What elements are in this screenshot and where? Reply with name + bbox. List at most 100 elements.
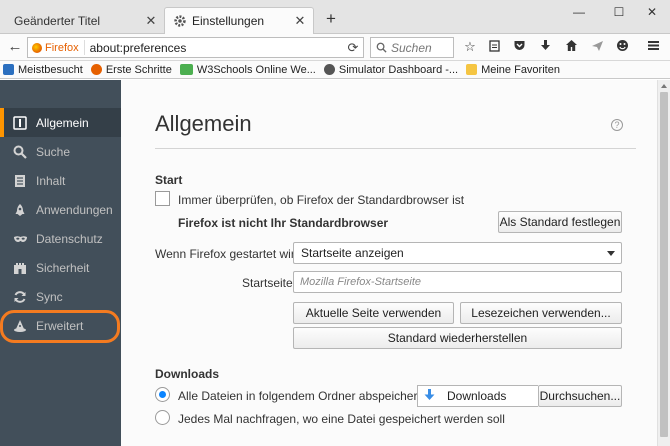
menu-icon[interactable] xyxy=(645,39,661,55)
sidebar-item-suche[interactable]: Suche xyxy=(0,137,121,166)
check-default-browser-label: Immer überprüfen, ob Firefox der Standar… xyxy=(178,193,465,207)
tab-einstellungen[interactable]: Einstellungen ✕ xyxy=(164,7,314,34)
sidebar-item-label: Anwendungen xyxy=(36,202,113,217)
reading-list-icon[interactable] xyxy=(486,39,502,55)
url-bar[interactable]: Firefox about:preferences ⟳ xyxy=(27,37,364,58)
sidebar-item-sync[interactable]: Sync xyxy=(0,282,121,311)
pocket-icon[interactable] xyxy=(511,39,527,55)
close-tab-icon[interactable]: ✕ xyxy=(293,13,307,29)
sidebar-item-label: Allgemein xyxy=(36,115,89,130)
bookmarks-toolbar: Meistbesucht Erste Schritte W3Schools On… xyxy=(0,61,670,79)
tab-label: Einstellungen xyxy=(192,14,265,28)
bookmark-label: Erste Schritte xyxy=(105,63,172,76)
sidebar-item-label: Datenschutz xyxy=(36,231,103,246)
bookmark-label: Meine Favoriten xyxy=(481,63,560,76)
mask-icon xyxy=(12,231,28,247)
use-bookmark-button[interactable]: Lesezeichen verwenden... xyxy=(460,302,622,324)
search-icon xyxy=(376,42,387,53)
scrollbar[interactable] xyxy=(657,80,670,446)
sidebar-item-allgemein[interactable]: Allgemein xyxy=(0,108,121,137)
scrollbar-thumb[interactable] xyxy=(660,92,668,437)
sidebar-item-label: Inhalt xyxy=(36,173,66,188)
reload-icon[interactable]: ⟳ xyxy=(343,40,363,56)
sidebar-item-sicherheit[interactable]: Sicherheit xyxy=(0,253,121,282)
start-section-heading: Start xyxy=(155,173,183,187)
tab-geaenderter-titel[interactable]: Geänderter Titel ✕ xyxy=(4,7,164,34)
download-folder-name: Downloads xyxy=(447,389,507,403)
home-icon[interactable] xyxy=(563,39,579,55)
firefox-favicon-icon xyxy=(90,64,102,75)
bookmark-w3schools[interactable]: W3Schools Online We... xyxy=(179,63,316,76)
general-icon xyxy=(12,115,28,131)
navigation-toolbar: ← Firefox about:preferences ⟳ Suchen ☆ xyxy=(0,34,670,61)
save-to-folder-label: Alle Dateien in folgendem Ordner abspeic… xyxy=(178,389,428,403)
bookmark-simulator-dashboard[interactable]: Simulator Dashboard -... xyxy=(323,63,459,76)
highlight-annotation xyxy=(0,310,120,343)
bookmark-star-icon[interactable]: ☆ xyxy=(462,39,478,55)
bookmark-meine-favoriten[interactable]: Meine Favoriten xyxy=(466,64,560,76)
not-default-browser-text: Firefox ist nicht Ihr Standardbrowser xyxy=(178,216,389,230)
w3schools-favicon-icon xyxy=(179,64,193,75)
homepage-placeholder: Mozilla Firefox-Startseite xyxy=(300,276,422,288)
bookmark-label: Meistbesucht xyxy=(18,63,83,76)
download-arrow-icon xyxy=(424,388,435,404)
scroll-up-icon[interactable] xyxy=(661,84,667,88)
new-tab-button[interactable]: + xyxy=(322,9,340,29)
preferences-sidebar: Allgemein Suche Inhalt Anwendungen Daten… xyxy=(0,80,121,446)
back-button[interactable]: ← xyxy=(6,38,24,56)
globe-favicon-icon xyxy=(323,64,335,75)
always-ask-radio[interactable] xyxy=(155,410,170,425)
bookmark-meistbesucht[interactable]: Meistbesucht xyxy=(3,64,83,76)
save-to-folder-radio[interactable] xyxy=(155,387,170,402)
bookmark-erste-schritte[interactable]: Erste Schritte xyxy=(90,63,172,76)
downloads-section-heading: Downloads xyxy=(155,367,220,381)
download-folder-field[interactable]: Downloads xyxy=(417,385,538,407)
bookmark-folder-icon xyxy=(3,64,14,75)
folder-icon xyxy=(466,64,478,75)
use-current-page-button[interactable]: Aktuelle Seite verwenden xyxy=(293,302,454,324)
set-default-button[interactable]: Als Standard festlegen xyxy=(498,211,622,233)
identity-label: Firefox xyxy=(45,41,79,54)
close-window-button[interactable]: ✕ xyxy=(640,4,664,20)
sidebar-item-label: Suche xyxy=(36,144,71,159)
restore-default-button[interactable]: Standard wiederherstellen xyxy=(293,327,622,349)
divider xyxy=(155,148,636,149)
content-icon xyxy=(12,173,28,189)
on-start-label: Wenn Firefox gestartet wird: xyxy=(155,247,305,261)
minimize-button[interactable]: — xyxy=(567,4,591,20)
homepage-label: Startseite: xyxy=(242,276,297,290)
close-tab-icon[interactable]: ✕ xyxy=(144,13,158,29)
send-icon[interactable] xyxy=(589,39,605,55)
search-icon xyxy=(12,144,28,160)
always-ask-label: Jedes Mal nachfragen, wo eine Datei gesp… xyxy=(178,412,505,426)
smiley-icon[interactable] xyxy=(614,39,630,55)
maximize-button[interactable]: ☐ xyxy=(607,4,631,20)
bookmark-label: Simulator Dashboard -... xyxy=(338,63,459,76)
check-default-browser-checkbox[interactable] xyxy=(155,191,170,206)
on-start-select[interactable]: Startseite anzeigen xyxy=(293,242,622,264)
gear-icon xyxy=(174,15,186,27)
download-icon[interactable] xyxy=(537,39,553,55)
tab-label: Geänderter Titel xyxy=(14,13,101,28)
on-start-value: Startseite anzeigen xyxy=(301,246,404,260)
bookmark-label: W3Schools Online We... xyxy=(196,63,316,76)
rocket-icon xyxy=(12,202,28,218)
url-text[interactable]: about:preferences xyxy=(85,41,343,55)
browse-button[interactable]: Durchsuchen... xyxy=(538,385,622,407)
chevron-down-icon xyxy=(607,251,615,256)
sidebar-item-label: Sync xyxy=(36,289,63,304)
castle-icon xyxy=(12,260,28,276)
sidebar-item-anwendungen[interactable]: Anwendungen xyxy=(0,195,121,224)
sync-icon xyxy=(12,289,28,305)
sidebar-item-datenschutz[interactable]: Datenschutz xyxy=(0,224,121,253)
sidebar-item-label: Sicherheit xyxy=(36,260,90,275)
homepage-input[interactable]: Mozilla Firefox-Startseite xyxy=(293,271,622,293)
help-icon[interactable]: ? xyxy=(611,119,623,131)
sidebar-item-inhalt[interactable]: Inhalt xyxy=(0,166,121,195)
preferences-pane: Allgemein ? Start Immer überprüfen, ob F… xyxy=(121,80,657,446)
identity-box[interactable]: Firefox xyxy=(28,40,85,55)
search-placeholder: Suchen xyxy=(391,40,432,55)
firefox-logo-icon xyxy=(32,42,42,53)
search-input[interactable]: Suchen xyxy=(370,37,454,58)
page-title: Allgemein xyxy=(155,111,252,136)
